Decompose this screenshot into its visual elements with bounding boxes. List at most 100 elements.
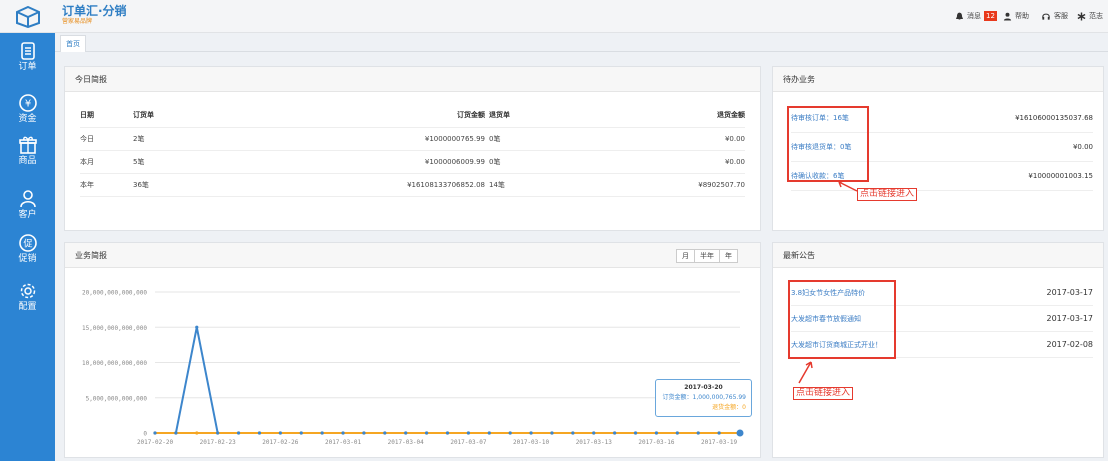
column-header: 日期 (80, 104, 133, 128)
y-tick-label: 10,000,000,000,000 (82, 360, 147, 367)
sidebar-item-customers[interactable]: 客户 (0, 189, 55, 229)
order-icon (20, 42, 35, 60)
user-icon (19, 190, 36, 208)
gear-icon (20, 283, 35, 299)
service-link[interactable]: 客服 (1041, 11, 1068, 21)
bell-icon (955, 12, 964, 20)
sidebar-item-label: 订单 (18, 62, 37, 72)
sidebar-item-orders[interactable]: 订单 (0, 41, 55, 81)
table-header: 日期 订货单 订货金额 退货单 退货金额 (80, 104, 745, 128)
sidebar-item-settings[interactable]: 配置 (0, 281, 55, 321)
x-tick-label: 2017-03-13 (576, 439, 613, 446)
highlight-box (787, 106, 869, 182)
business-line-chart: 0 5,000,000,000,000 10,000,000,000,000 15,0… (82, 290, 744, 446)
theme-link[interactable]: 范志 (1077, 11, 1103, 21)
sidebar-item-funds[interactable]: ¥ 资金 (0, 93, 55, 133)
notice-date: 2017-03-17 (1046, 288, 1094, 297)
top-bar: 订单汇·分销 营家易品牌 消息 12 帮助 客服 范志 (0, 0, 1108, 33)
data-point (736, 429, 744, 437)
service-label: 客服 (1054, 12, 1068, 20)
tab-bar: 首页 (55, 33, 1108, 52)
business-panel: 业务简报 月 半年 年 0 5,000,000,000,000 10,000,000… (64, 242, 761, 458)
data-point (717, 431, 721, 435)
data-point (592, 431, 596, 435)
svg-text:¥: ¥ (24, 99, 30, 110)
data-point (236, 431, 241, 435)
y-tick-label: 15,000,000,000,000 (82, 325, 147, 332)
x-tick-label: 2017-03-19 (701, 439, 738, 446)
todo-value: ¥10000001003.15 (1028, 172, 1093, 180)
y-tick-label: 20,000,000,000,000 (82, 290, 147, 297)
sidebar-item-products[interactable]: 商品 (0, 135, 55, 175)
data-point (696, 431, 700, 435)
data-point (487, 431, 491, 435)
user-icon (1003, 12, 1012, 21)
table-cell: ¥16108133706852.08 (263, 173, 485, 197)
table-row: 本月 5笔 ¥1000006009.99 0笔 ¥0.00 (80, 150, 745, 174)
data-point (341, 431, 345, 435)
table-cell: ¥0.00 (615, 127, 745, 151)
data-point (174, 431, 178, 435)
data-point (195, 431, 199, 435)
notice-date: 2017-02-08 (1046, 340, 1094, 349)
x-tick-label: 2017-02-20 (137, 439, 174, 446)
data-point (425, 431, 429, 435)
sidebar-item-label: 商品 (18, 156, 37, 166)
x-tick-label: 2017-03-07 (450, 439, 487, 446)
tab-home[interactable]: 首页 (60, 35, 86, 52)
y-tick-label: 5,000,000,000,000 (86, 395, 148, 402)
table-cell: 本年 (80, 173, 133, 197)
period-year-button[interactable]: 年 (719, 250, 737, 262)
table-cell: ¥1000006009.99 (263, 150, 485, 174)
help-link[interactable]: 帮助 (1003, 11, 1029, 21)
table-cell: 今日 (80, 127, 133, 151)
panel-title: 最新公告 (773, 243, 1103, 268)
data-point (153, 431, 157, 435)
panel-title: 今日简报 (65, 67, 760, 92)
panel-title: 待办业务 (773, 67, 1103, 92)
data-point (550, 431, 554, 435)
data-point (571, 431, 575, 435)
period-month-button[interactable]: 月 (677, 250, 694, 262)
todo-value: ¥16106000135037.68 (1015, 114, 1093, 122)
sidebar-item-label: 促销 (18, 254, 37, 264)
headset-icon (1042, 13, 1050, 20)
data-point (445, 431, 450, 435)
highlight-box (788, 280, 896, 359)
sidebar-item-promotions[interactable]: 促 促销 (0, 233, 55, 273)
chart-tooltip: 2017-03-20 订货金额：1,000,000,765.99 退货金额：0 (655, 379, 752, 417)
table-row: 本年 36笔 ¥16108133706852.08 14笔 ¥8902507.7… (80, 173, 745, 197)
table-cell: 本月 (80, 150, 133, 174)
x-tick-label: 2017-03-04 (388, 439, 425, 446)
brand: 订单汇·分销 营家易品牌 (62, 5, 127, 26)
messages-link[interactable]: 消息 12 (955, 11, 997, 21)
period-halfyear-button[interactable]: 半年 (694, 250, 719, 262)
x-tick-label: 2017-02-26 (262, 439, 299, 446)
x-tick-label: 2017-03-01 (325, 439, 362, 446)
app-title: 订单汇·分销 (62, 4, 127, 18)
x-tick-label: 2017-03-10 (513, 439, 550, 446)
data-point (278, 431, 282, 435)
data-point (508, 431, 512, 435)
y-tick-label: 0 (143, 431, 147, 438)
table-cell: 14笔 (485, 173, 615, 197)
messages-label: 消息 (967, 12, 981, 20)
table-cell: ¥1000000765.99 (263, 127, 485, 151)
table-cell: 2笔 (133, 127, 263, 151)
table-cell: 5笔 (133, 150, 263, 174)
column-header: 退货金额 (615, 104, 745, 128)
notices-panel: 最新公告 3.8妇女节女性产品特价 2017-03-17 大发超市春节放假通知 … (772, 242, 1104, 458)
todo-value: ¥0.00 (1072, 143, 1093, 151)
notice-date: 2017-03-17 (1046, 314, 1094, 323)
data-point (362, 431, 366, 435)
messages-badge: 12 (984, 11, 997, 21)
table-cell: 0笔 (485, 127, 615, 151)
data-point (466, 431, 470, 435)
data-point (383, 431, 387, 435)
column-header: 订货单 (133, 104, 263, 128)
data-point (216, 431, 220, 435)
asterisk-icon (1077, 11, 1086, 21)
logo[interactable] (0, 0, 55, 33)
table-cell: ¥0.00 (615, 150, 745, 174)
data-point (529, 431, 533, 435)
